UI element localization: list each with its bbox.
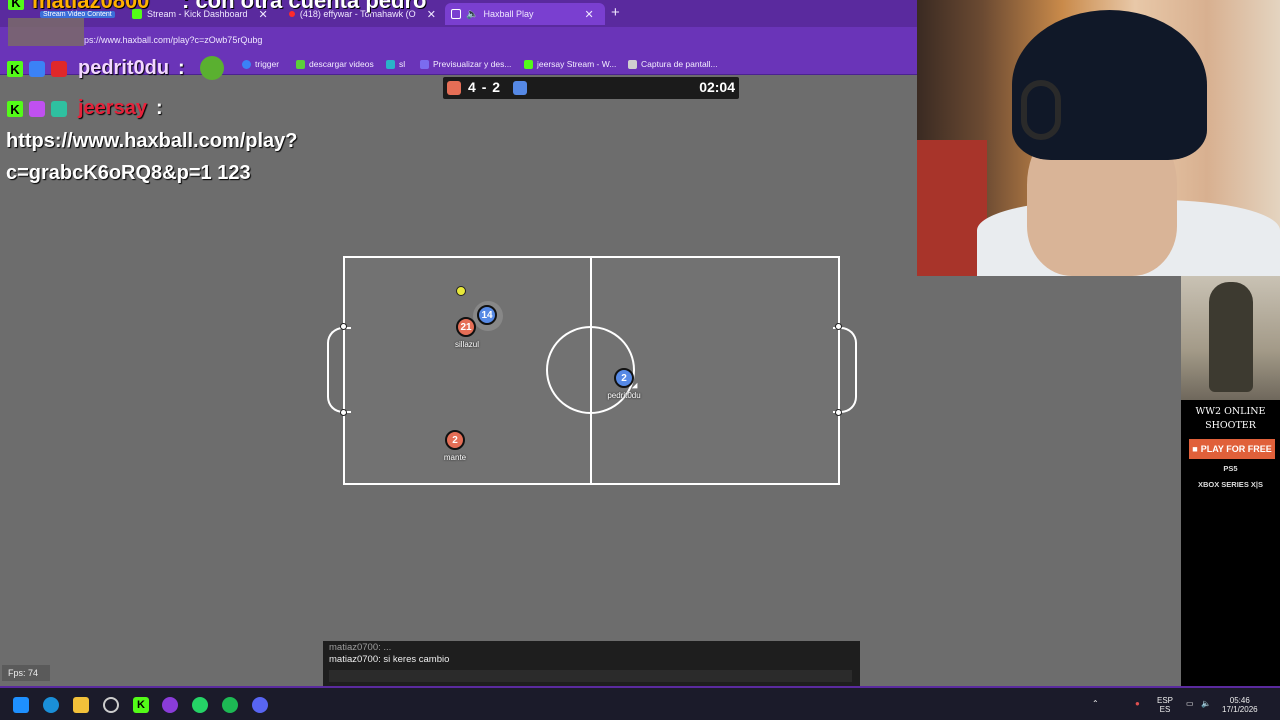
headphones — [1021, 80, 1061, 140]
bookmark-jeersay[interactable]: jeersay Stream - W... — [524, 59, 616, 69]
chat-input[interactable] — [329, 670, 852, 682]
taskbar: K ⌃ ● ESP ES ▭ 🔈 05:46 17/1/2026 — [0, 686, 1280, 720]
volume-icon[interactable]: 🔈 — [1201, 699, 1211, 708]
url-text[interactable]: ps://www.haxball.com/play?c=zOwb75rQubg — [84, 35, 262, 45]
speaker-icon[interactable]: 🔈 — [466, 9, 478, 20]
chat-username-2: jeersay — [78, 97, 147, 119]
player-disc: 2 — [445, 430, 465, 450]
bookmark-trigger[interactable]: trigger — [242, 59, 279, 69]
thumbnail-image — [8, 18, 84, 46]
bookmark-descargar[interactable]: descargar videos — [296, 59, 374, 69]
controller-icon: ■ — [1192, 444, 1198, 454]
kick-badge-icon: K — [7, 61, 23, 77]
gift-badge-icon — [51, 101, 67, 117]
close-icon[interactable]: ✕ — [427, 8, 436, 21]
webcam-feed — [917, 0, 1280, 276]
haxball-icon — [451, 9, 461, 19]
discord-icon[interactable] — [252, 697, 268, 713]
subscriber-badge-icon — [51, 61, 67, 77]
advertisement[interactable]: WW2 ONLINE SHOOTER ■ PLAY FOR FREE PS5 XB… — [1181, 276, 1280, 686]
chat-separator: : — [178, 57, 185, 79]
moderator-badge-icon — [29, 61, 45, 77]
windows-start-icon[interactable] — [13, 697, 29, 713]
screen: Stream Video Content Stream - Kick Dashb… — [0, 0, 1280, 720]
whatsapp-icon[interactable] — [192, 697, 208, 713]
blue-team-icon — [513, 81, 527, 95]
red-score: 4 — [468, 79, 477, 95]
bookmark-previsualizar[interactable]: Previsualizar y des... — [420, 59, 511, 69]
globe-icon — [242, 59, 251, 69]
plus-icon[interactable]: + — [611, 4, 620, 21]
pepe-emote-icon — [200, 56, 224, 80]
left-goal — [327, 327, 351, 413]
chat-message-line2: c=grabcK6oRQ8&p=1 123 — [6, 162, 251, 184]
ad-platform2: XBOX SERIES X|S — [1197, 480, 1264, 489]
scissors-icon — [628, 59, 637, 69]
kick-icon — [524, 59, 533, 69]
kick-icon[interactable]: K — [133, 697, 149, 713]
language-indicator[interactable]: ESP ES — [1157, 696, 1173, 714]
overlay-top-message: : con otra cuenta pedro — [182, 0, 427, 13]
play-for-free-button[interactable]: ■ PLAY FOR FREE — [1189, 439, 1275, 459]
ad-image — [1181, 276, 1280, 400]
ad-platform1: PS5 — [1223, 464, 1238, 473]
overlay-top-user: matiaz0800 — [32, 0, 150, 13]
goal-post — [340, 409, 347, 416]
blue-score: 2 — [492, 79, 502, 95]
edge-icon[interactable] — [43, 697, 59, 713]
player-name: pedrit0du — [607, 391, 641, 400]
obs-icon[interactable] — [103, 697, 119, 713]
microphone-icon[interactable]: ● — [1135, 699, 1140, 708]
tab-label: Haxball Play — [483, 9, 534, 19]
bookmark-sl[interactable]: sl — [386, 59, 405, 69]
chat-message-line1: https://www.haxball.com/play? — [6, 130, 298, 152]
score-text: 4 - 2 — [468, 79, 501, 95]
player-name: sillazul — [454, 340, 480, 349]
download-icon — [296, 59, 305, 69]
ball — [456, 286, 466, 296]
score-separator: - — [481, 79, 488, 95]
address-bar[interactable]: ps://www.haxball.com/play?c=zOwb75rQubg — [0, 27, 918, 52]
chat-separator: : — [156, 97, 163, 119]
fps-counter: Fps: 74 — [2, 665, 50, 681]
app-icon[interactable] — [162, 697, 178, 713]
clock[interactable]: 05:46 17/1/2026 — [1222, 696, 1258, 714]
ad-line2: SHOOTER — [1205, 420, 1256, 431]
match-timer: 02:04 — [699, 79, 735, 95]
close-icon[interactable]: ✕ — [584, 8, 593, 21]
goal-post — [835, 323, 842, 330]
player-disc: 21 — [456, 317, 476, 337]
chat-line: matiaz0700: ... — [329, 642, 392, 653]
kick-badge-icon: K — [7, 101, 23, 117]
goal-post — [835, 409, 842, 416]
chat-line: matiaz0700: si keres cambio — [329, 654, 450, 665]
chevron-up-icon[interactable]: ⌃ — [1092, 699, 1099, 708]
bookmark-icon — [420, 59, 429, 69]
player-name: mante — [443, 453, 467, 462]
ad-line1: WW2 ONLINE — [1195, 406, 1266, 417]
game-chat: matiaz0700: ... matiaz0700: si keres cam… — [323, 641, 860, 686]
right-goal — [833, 327, 857, 413]
kick-badge-icon: K — [8, 0, 24, 10]
tab-haxball[interactable]: 🔈 Haxball Play ✕ — [445, 3, 605, 25]
goal-post — [340, 323, 347, 330]
network-icon[interactable]: ▭ — [1186, 699, 1194, 708]
chat-username-1: pedrit0du — [78, 57, 170, 79]
folder-icon[interactable] — [73, 697, 89, 713]
spotify-icon[interactable] — [222, 697, 238, 713]
bookmark-captura[interactable]: Captura de pantall... — [628, 59, 718, 69]
player-disc: 14 — [477, 305, 497, 325]
mic-badge-icon — [29, 101, 45, 117]
player-disc: 2 — [614, 368, 634, 388]
scoreboard: 4 - 2 02:04 — [443, 77, 739, 99]
bookmark-icon — [386, 59, 395, 69]
red-team-icon — [447, 81, 461, 95]
